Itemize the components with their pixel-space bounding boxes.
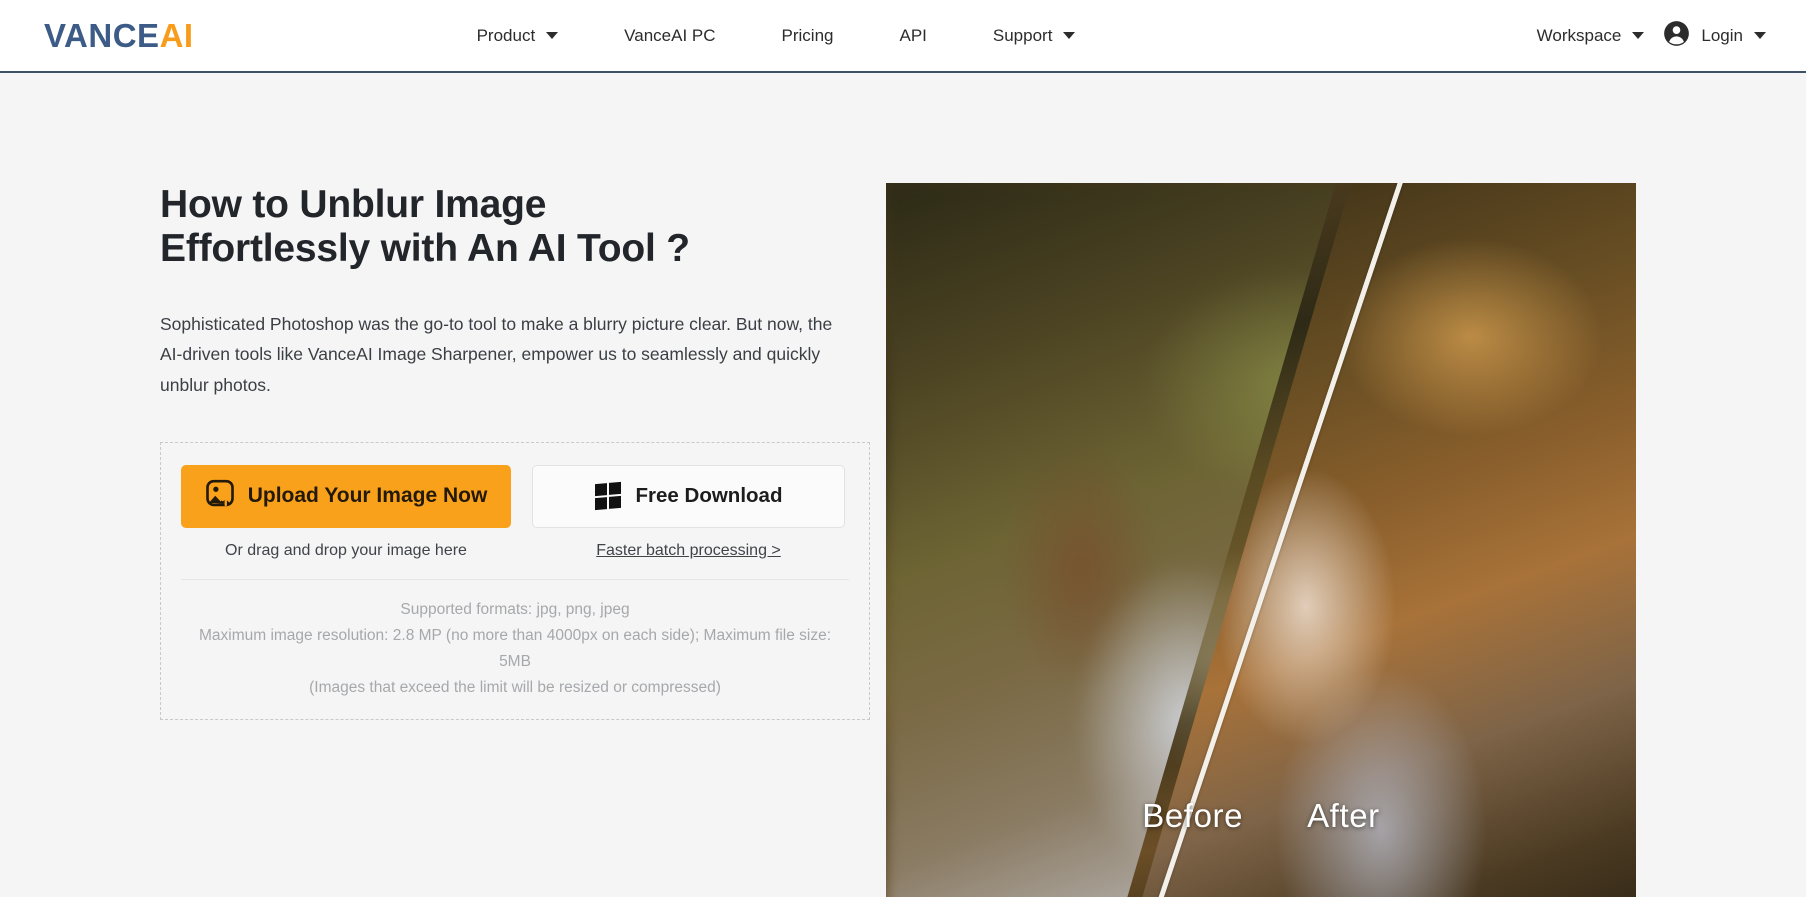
brand-logo[interactable]: VANCE AI (44, 19, 194, 52)
before-after-preview: Before After (886, 183, 1636, 897)
upload-image-button[interactable]: Upload Your Image Now (181, 464, 511, 528)
supported-formats-note: Supported formats: jpg, png, jpeg (400, 600, 630, 618)
page-title-line-1: How to Unblur Image (160, 183, 547, 226)
chevron-down-icon (546, 32, 559, 39)
dropzone-divider (181, 578, 849, 580)
nav-item-vanceai-pc[interactable]: VanceAI PC (624, 26, 715, 46)
hero-left-column: How to Unblur Image Effortlessly with An… (160, 73, 870, 720)
chevron-down-icon (1632, 32, 1645, 39)
brand-logo-accent: AI (159, 17, 194, 54)
nav-item-vanceai-pc-label: VanceAI PC (624, 25, 716, 45)
nav-item-product[interactable]: Product (477, 26, 559, 46)
upload-action-group: Upload Your Image Now Or drag and drop y… (181, 464, 511, 560)
chevron-down-icon (1063, 32, 1076, 39)
nav-item-support-label: Support (992, 25, 1053, 45)
workspace-label: Workspace (1536, 25, 1622, 45)
login-label: Login (1701, 25, 1743, 45)
upload-actions-row: Upload Your Image Now Or drag and drop y… (171, 464, 859, 560)
workspace-menu[interactable]: Workspace (1537, 26, 1645, 46)
windows-icon (594, 481, 621, 511)
page-title: How to Unblur Image Effortlessly with An… (160, 183, 800, 270)
account-circle-icon (1663, 20, 1690, 52)
resize-warning-note: (Images that exceed the limit will be re… (309, 678, 721, 696)
max-resolution-note: Maximum image resolution: 2.8 MP (no mor… (198, 626, 832, 670)
free-download-button[interactable]: Free Download (532, 464, 845, 528)
nav-item-api[interactable]: API (899, 26, 926, 46)
chevron-down-icon (1754, 32, 1766, 39)
download-action-group: Free Download Faster batch processing > (532, 464, 845, 560)
nav-item-api-label: API (899, 25, 927, 45)
nav-item-pricing[interactable]: Pricing (782, 26, 834, 46)
batch-processing-link[interactable]: Faster batch processing > (596, 542, 781, 560)
drag-drop-hint: Or drag and drop your image here (225, 541, 467, 559)
image-upload-icon (205, 478, 235, 514)
login-menu[interactable]: Login (1663, 20, 1766, 52)
brand-logo-primary: VANCE (44, 17, 160, 54)
hero-section: How to Unblur Image Effortlessly with An… (0, 73, 1806, 897)
upload-dropzone[interactable]: Upload Your Image Now Or drag and drop y… (160, 441, 870, 720)
primary-navigation: Product VanceAI PC Pricing API Support (477, 26, 1076, 46)
upload-image-button-label: Upload Your Image Now (247, 484, 488, 508)
nav-item-product-label: Product (476, 25, 536, 45)
header-actions: Workspace Login (1537, 20, 1766, 52)
hero-description: Sophisticated Photoshop was the go-to to… (160, 314, 833, 395)
page-title-line-2: Effortlessly with An AI Tool ? (160, 226, 690, 270)
site-header: VANCE AI Product VanceAI PC Pricing API S… (0, 0, 1806, 73)
upload-requirements: Supported formats: jpg, png, jpeg Maximu… (171, 597, 859, 701)
nav-item-pricing-label: Pricing (781, 25, 834, 45)
free-download-button-label: Free Download (635, 484, 783, 508)
nav-item-support[interactable]: Support (993, 26, 1076, 46)
